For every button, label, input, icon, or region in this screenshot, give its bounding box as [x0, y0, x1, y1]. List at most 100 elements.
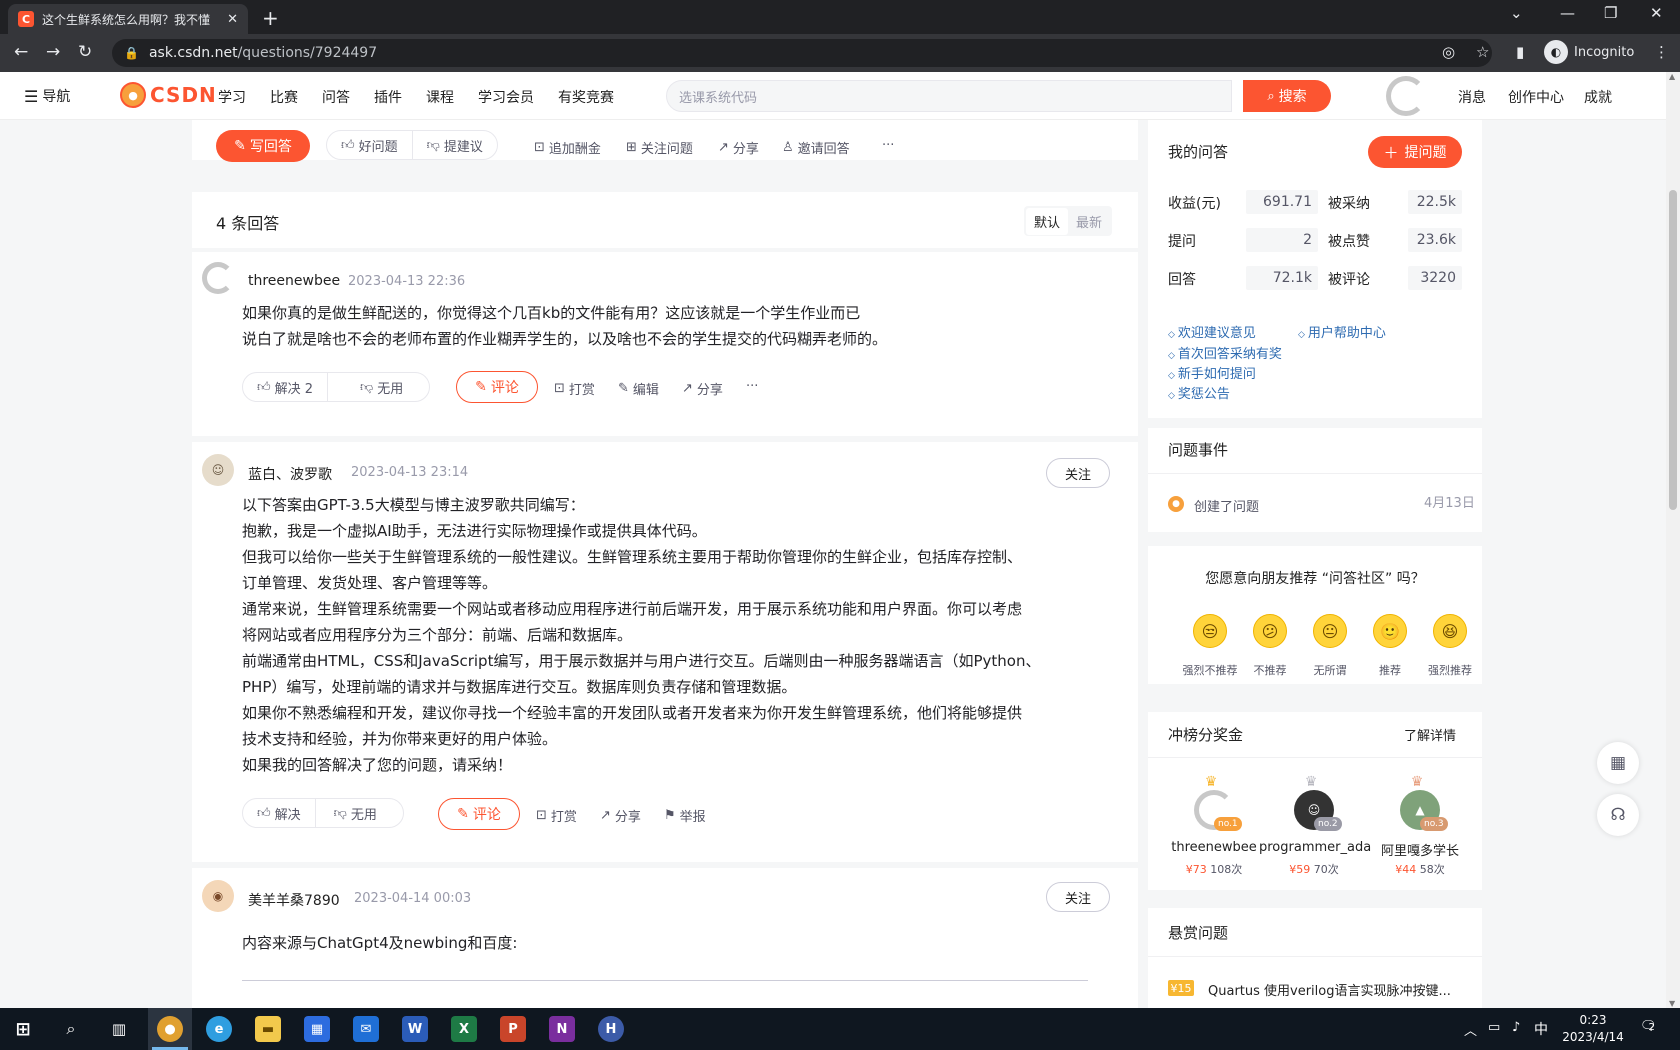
answer-username[interactable]: 蓝白、波罗歌	[248, 464, 332, 484]
comment-button[interactable]: ✎ 评论	[438, 798, 520, 830]
very-unlikely-face-icon[interactable]: 😒	[1193, 614, 1227, 648]
powerpoint-icon[interactable]: P	[500, 1016, 526, 1042]
avatar[interactable]: ◉	[202, 880, 234, 912]
link-feedback[interactable]: ◇ 欢迎建议意见	[1168, 322, 1256, 341]
customer-service-headset-icon[interactable]: ☊	[1597, 794, 1639, 836]
chrome-icon[interactable]: ●	[157, 1016, 183, 1042]
more-actions-button[interactable]: ···	[882, 138, 894, 153]
notification-icon[interactable]: 🗨︎2	[1640, 1019, 1657, 1034]
add-bounty-button[interactable]: ⊡ 追加酬金	[534, 138, 601, 157]
eye-off-icon[interactable]: ◎	[1442, 43, 1455, 61]
useless-button[interactable]: 👎︎ 无用	[327, 373, 429, 401]
link-how-to-ask[interactable]: ◇ 新手如何提问	[1168, 363, 1256, 382]
volume-icon[interactable]: ♪	[1512, 1020, 1520, 1035]
user-avatar[interactable]	[1386, 76, 1426, 116]
qr-code-icon[interactable]: ▦	[1597, 742, 1639, 784]
tray-expand-icon[interactable]: ︿	[1464, 1020, 1477, 1039]
close-window-icon[interactable]: ✕	[1650, 4, 1663, 22]
browser-tab-active[interactable]: C 这个生鲜系统怎么用啊？我不懂 ✕	[8, 4, 248, 34]
excel-icon[interactable]: X	[451, 1016, 477, 1042]
answer-more-button[interactable]: ···	[746, 379, 758, 394]
edge-icon[interactable]: e	[206, 1016, 232, 1042]
ask-question-button[interactable]: ＋ 提问题	[1368, 136, 1462, 168]
search-input[interactable]: 选课系统代码	[666, 80, 1232, 112]
follow-question-button[interactable]: ⊞ 关注问题	[626, 138, 693, 157]
sort-latest-tab[interactable]: 最新	[1068, 208, 1110, 235]
reload-icon[interactable]: ↻	[78, 42, 92, 62]
edit-button[interactable]: ✎ 编辑	[618, 379, 659, 398]
link-first-answer-reward[interactable]: ◇ 首次回答采纳有奖	[1168, 343, 1282, 362]
very-likely-face-icon[interactable]: 😆	[1433, 614, 1467, 648]
header-link-achievements[interactable]: 成就	[1584, 87, 1612, 107]
onenote-icon[interactable]: N	[549, 1016, 575, 1042]
word-icon[interactable]: W	[402, 1016, 428, 1042]
link-reward-notice[interactable]: ◇ 奖惩公告	[1168, 383, 1230, 402]
windows-start-icon[interactable]: ⊞	[10, 1016, 36, 1042]
new-tab-icon[interactable]: +	[262, 6, 279, 30]
header-link-messages[interactable]: 消息	[1458, 87, 1486, 107]
scrollbar-thumb[interactable]	[1669, 190, 1677, 510]
minimize-icon[interactable]: —	[1560, 4, 1575, 22]
leaderboard-name[interactable]: programmer_ada	[1259, 840, 1371, 855]
share-question-button[interactable]: ↗ 分享	[718, 138, 759, 157]
reward-button[interactable]: ⊡ 打赏	[536, 806, 577, 825]
close-tab-icon[interactable]: ✕	[227, 12, 238, 27]
follow-button[interactable]: 关注	[1046, 458, 1110, 488]
leaderboard-name[interactable]: 阿里嘎多学长	[1365, 840, 1475, 859]
share-button[interactable]: ↗ 分享	[600, 806, 641, 825]
ime-indicator[interactable]: 中	[1534, 1019, 1548, 1039]
avatar[interactable]	[202, 262, 234, 294]
good-question-button[interactable]: 👍︎ 好问题	[327, 131, 412, 159]
solve-button[interactable]: 👍︎ 解决 2	[243, 373, 327, 401]
app-icon[interactable]: H	[598, 1016, 624, 1042]
side-panel-icon[interactable]: ▮	[1516, 43, 1524, 61]
network-icon[interactable]: ▭	[1488, 1020, 1500, 1035]
forward-arrow-icon[interactable]: →	[46, 42, 60, 62]
reward-button[interactable]: ⊡ 打赏	[554, 379, 595, 398]
search-button[interactable]: ⌕ 搜索	[1243, 80, 1331, 112]
header-link-plugin[interactable]: 插件	[374, 87, 402, 107]
avatar[interactable]: ☺	[202, 454, 234, 486]
likely-face-icon[interactable]: 🙂	[1373, 614, 1407, 648]
header-link-study[interactable]: 学习	[218, 87, 246, 107]
leaderboard-name[interactable]: threenewbee	[1159, 840, 1269, 855]
address-bar[interactable]: 🔒 ask.csdn.net/questions/7924497	[112, 39, 1492, 67]
useless-button[interactable]: 👎︎ 无用	[314, 799, 403, 827]
neutral-face-icon[interactable]: 😐	[1313, 614, 1347, 648]
header-link-course[interactable]: 课程	[426, 87, 454, 107]
answer-username[interactable]: threenewbee	[248, 273, 340, 289]
scroll-up-icon[interactable]: ▲	[1669, 72, 1675, 81]
csdn-logo[interactable]: ● CSDN	[120, 82, 217, 108]
link-help-center[interactable]: ◇ 用户帮助中心	[1298, 322, 1386, 341]
follow-button[interactable]: 关注	[1046, 882, 1110, 912]
bookmark-star-icon[interactable]: ☆	[1476, 43, 1489, 61]
back-arrow-icon[interactable]: ←	[14, 42, 28, 62]
header-link-creator-center[interactable]: 创作中心	[1508, 87, 1564, 107]
header-link-contest[interactable]: 比赛	[270, 87, 298, 107]
answer-username[interactable]: 美羊羊桑7890	[248, 890, 340, 910]
write-answer-button[interactable]: ✎ 写回答	[216, 130, 310, 162]
menu-kebab-icon[interactable]: ⋮	[1654, 43, 1669, 61]
header-link-prize-contest[interactable]: 有奖竞赛	[558, 87, 614, 107]
invite-answer-button[interactable]: ♙ 邀请回答	[782, 138, 850, 157]
page-scrollbar[interactable]: ▲ ▼	[1666, 72, 1680, 1008]
task-view-icon[interactable]: ▥	[106, 1016, 132, 1042]
search-icon[interactable]: ⌕	[58, 1016, 84, 1042]
leaderboard-more-link[interactable]: 了解详情	[1404, 725, 1456, 744]
system-clock[interactable]: 0:23 2023/4/14	[1558, 1012, 1628, 1046]
incognito-indicator[interactable]: ◐ Incognito	[1544, 40, 1634, 64]
bounty-question-link[interactable]: Quartus 使用verilog语言实现脉冲按键...	[1208, 980, 1468, 999]
header-link-vip[interactable]: 学习会员	[478, 87, 534, 107]
unlikely-face-icon[interactable]: 😕	[1253, 614, 1287, 648]
solve-button[interactable]: 👍︎ 解决	[243, 799, 315, 827]
share-button[interactable]: ↗ 分享	[682, 379, 723, 398]
tab-search-icon[interactable]: ⌄	[1510, 4, 1523, 22]
suggest-button[interactable]: 👎︎ 提建议	[411, 131, 497, 159]
report-button[interactable]: ⚑ 举报	[664, 806, 706, 825]
sort-default-tab[interactable]: 默认	[1026, 207, 1069, 235]
scroll-down-icon[interactable]: ▼	[1669, 999, 1675, 1008]
restore-icon[interactable]: ❐	[1604, 4, 1617, 22]
mail-icon[interactable]: ✉	[353, 1016, 379, 1042]
store-icon[interactable]: ▦	[304, 1016, 330, 1042]
file-explorer-icon[interactable]: ▬	[255, 1016, 281, 1042]
